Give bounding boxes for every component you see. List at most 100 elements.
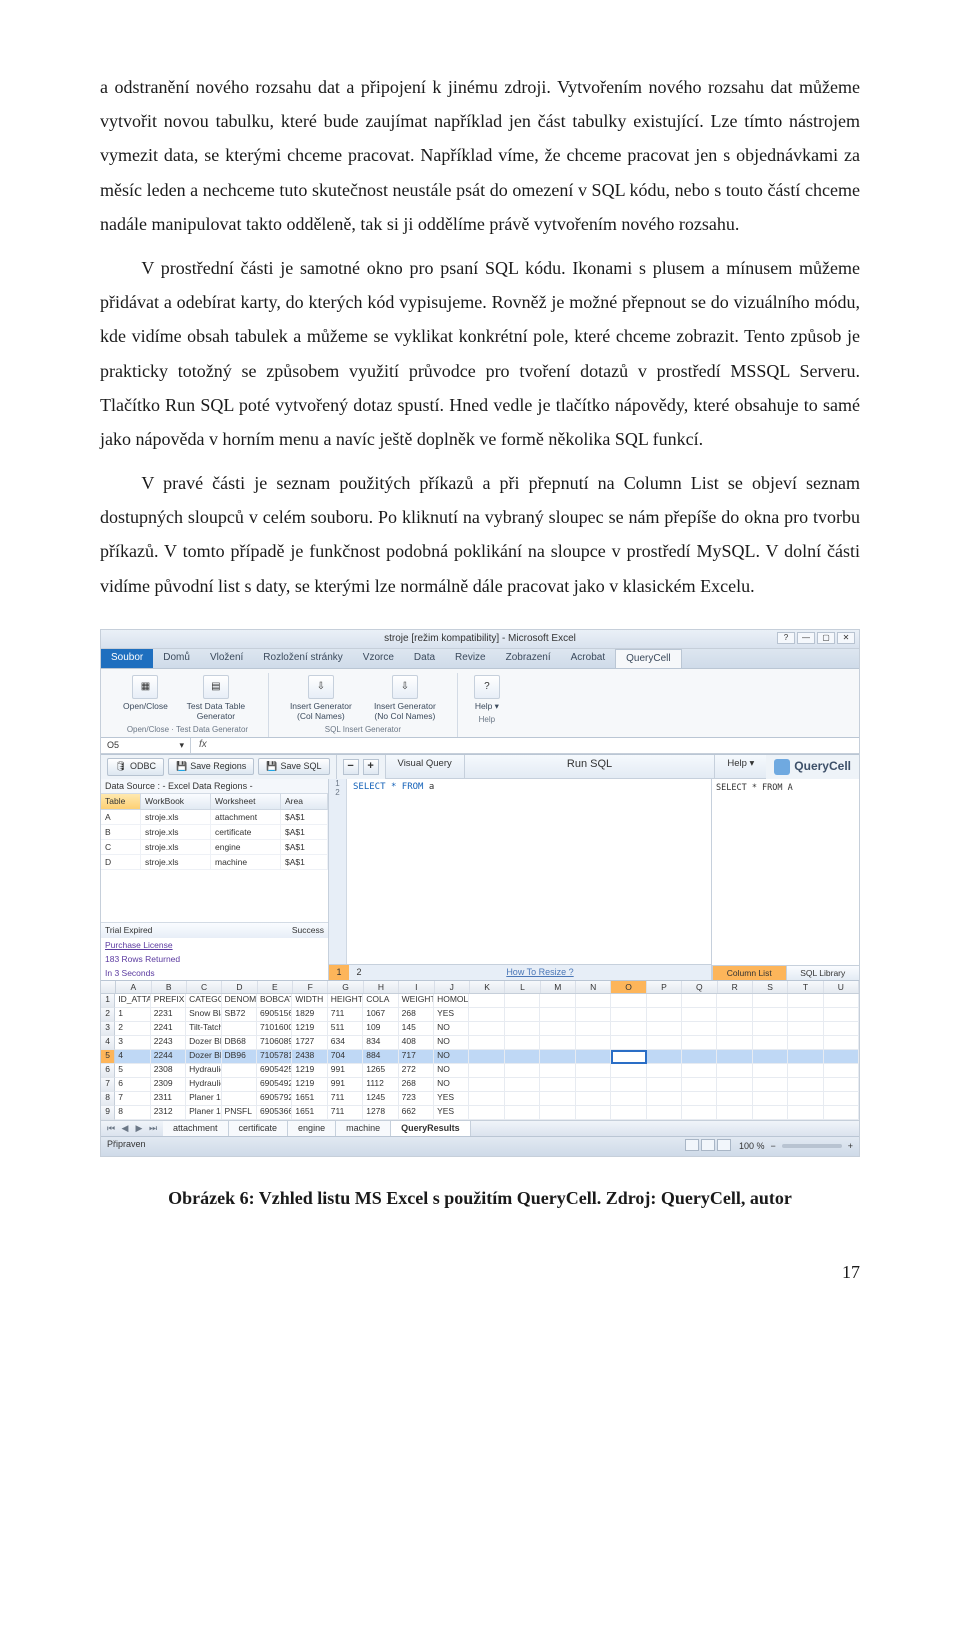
visual-query-button[interactable]: Visual Query — [386, 755, 465, 778]
cell[interactable] — [540, 1092, 575, 1106]
cell[interactable] — [576, 1050, 611, 1064]
cell[interactable] — [717, 1036, 752, 1050]
cell[interactable] — [469, 994, 504, 1008]
cell[interactable] — [611, 1078, 646, 1092]
cell[interactable]: WIDTH — [292, 994, 327, 1008]
cell[interactable]: 268 — [399, 1008, 434, 1022]
tab-layout[interactable]: Rozložení stránky — [253, 649, 352, 668]
col-header[interactable]: O — [611, 981, 646, 993]
cell[interactable] — [682, 1064, 717, 1078]
resize-link[interactable]: How To Resize ? — [369, 965, 711, 980]
cell[interactable]: 2 — [115, 1022, 150, 1036]
cell[interactable] — [682, 1078, 717, 1092]
cell[interactable] — [576, 1106, 611, 1120]
cell[interactable]: 1829 — [292, 1008, 327, 1022]
cell[interactable] — [717, 1092, 752, 1106]
cell[interactable]: 723 — [399, 1092, 434, 1106]
cell[interactable] — [469, 1050, 504, 1064]
col-header[interactable]: U — [824, 981, 859, 993]
col-header[interactable]: E — [258, 981, 293, 993]
cell[interactable] — [611, 1106, 646, 1120]
row-header[interactable]: 4 — [101, 1036, 115, 1050]
region-row[interactable]: Cstroje.xlsengine$A$1 — [101, 840, 328, 855]
cell[interactable] — [505, 1106, 540, 1120]
cell[interactable]: Snow Blad — [186, 1008, 221, 1022]
cell[interactable]: Hydraulic pallet fork — [186, 1078, 221, 1092]
cell[interactable]: PREFIX — [151, 994, 186, 1008]
sheet-tab[interactable]: engine — [288, 1121, 336, 1136]
last-sheet-icon[interactable]: ⏭ — [147, 1123, 159, 1134]
file-tab[interactable]: Soubor — [101, 649, 153, 668]
cell[interactable] — [222, 1022, 257, 1036]
col-header[interactable]: D — [222, 981, 257, 993]
cell[interactable]: 7105781 — [257, 1050, 292, 1064]
cell[interactable]: COLA — [363, 994, 398, 1008]
cell[interactable]: 109 — [363, 1022, 398, 1036]
cell[interactable]: 2244 — [151, 1050, 186, 1064]
cell[interactable] — [824, 1022, 859, 1036]
row-header[interactable]: 5 — [101, 1050, 115, 1064]
row-header[interactable]: 9 — [101, 1106, 115, 1120]
cell[interactable] — [753, 1022, 788, 1036]
cell[interactable] — [576, 1092, 611, 1106]
cell[interactable] — [788, 994, 823, 1008]
cell[interactable] — [469, 1036, 504, 1050]
cell[interactable]: 6905492 — [257, 1078, 292, 1092]
cell[interactable]: WEIGHT — [399, 994, 434, 1008]
cell[interactable]: NO — [434, 1078, 469, 1092]
cell[interactable] — [647, 1106, 682, 1120]
tab-home[interactable]: Domů — [153, 649, 200, 668]
cell[interactable]: 3 — [115, 1036, 150, 1050]
cell[interactable] — [611, 1022, 646, 1036]
sql-library-tab[interactable]: SQL Library — [786, 966, 860, 980]
cell[interactable]: HOMOLOGATED — [434, 994, 469, 1008]
add-card-button[interactable]: + — [363, 759, 379, 775]
cell[interactable] — [824, 1078, 859, 1092]
cell[interactable]: 717 — [399, 1050, 434, 1064]
cell[interactable]: NO — [434, 1022, 469, 1036]
col-header[interactable]: P — [647, 981, 682, 993]
cell[interactable]: 6905792 — [257, 1092, 292, 1106]
cell[interactable] — [788, 1092, 823, 1106]
cell[interactable] — [576, 1064, 611, 1078]
cell[interactable] — [505, 1008, 540, 1022]
cell[interactable] — [540, 1106, 575, 1120]
row-header[interactable]: 8 — [101, 1092, 115, 1106]
col-header[interactable]: I — [399, 981, 434, 993]
cell[interactable]: NO — [434, 1064, 469, 1078]
name-box[interactable]: O5▾ — [101, 738, 191, 753]
cell[interactable] — [469, 1022, 504, 1036]
cell[interactable] — [505, 1050, 540, 1064]
close-button[interactable]: ✕ — [837, 632, 855, 644]
cell[interactable] — [505, 994, 540, 1008]
cell[interactable]: 272 — [399, 1064, 434, 1078]
cell[interactable]: 408 — [399, 1036, 434, 1050]
cell[interactable] — [753, 1008, 788, 1022]
cell[interactable] — [222, 1092, 257, 1106]
cell[interactable] — [824, 1008, 859, 1022]
cell[interactable]: YES — [434, 1008, 469, 1022]
col-header[interactable]: M — [541, 981, 576, 993]
sql-editor[interactable]: SELECT * FROM a — [347, 779, 711, 965]
cell[interactable] — [717, 1050, 752, 1064]
tab-view[interactable]: Zobrazení — [496, 649, 561, 668]
cell[interactable] — [576, 1036, 611, 1050]
cell[interactable] — [824, 1106, 859, 1120]
cell[interactable] — [682, 994, 717, 1008]
cell[interactable]: 511 — [328, 1022, 363, 1036]
cell[interactable] — [753, 1092, 788, 1106]
cell[interactable] — [540, 1064, 575, 1078]
cell[interactable] — [717, 1008, 752, 1022]
cell[interactable] — [647, 1008, 682, 1022]
cell[interactable] — [647, 1064, 682, 1078]
cell[interactable]: 5 — [115, 1064, 150, 1078]
cell[interactable] — [505, 1022, 540, 1036]
cell[interactable]: 6905425 — [257, 1064, 292, 1078]
cell[interactable]: 2438 — [292, 1050, 327, 1064]
col-header[interactable]: J — [435, 981, 470, 993]
cell[interactable]: 1278 — [363, 1106, 398, 1120]
tab-querycell[interactable]: QueryCell — [615, 649, 681, 668]
fx-icon[interactable]: fx — [191, 739, 215, 751]
cell[interactable] — [611, 994, 646, 1008]
cell[interactable]: 1651 — [292, 1106, 327, 1120]
